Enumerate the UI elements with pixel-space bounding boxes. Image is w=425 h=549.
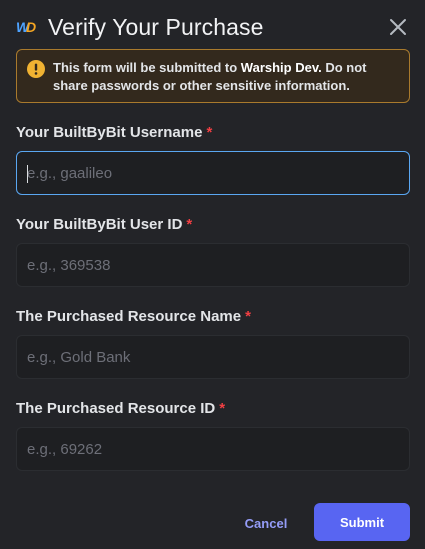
required-marker: *	[206, 124, 213, 141]
required-marker: *	[219, 400, 226, 417]
submit-button[interactable]: Submit	[314, 503, 410, 541]
notice-text: This form will be submitted to Warship D…	[53, 59, 399, 95]
warship-dev-logo-icon: W D	[16, 16, 38, 38]
required-marker: *	[186, 216, 193, 233]
resource-name-label-text: The Purchased Resource Name	[16, 308, 242, 325]
username-input[interactable]	[16, 151, 410, 195]
resource-id-input[interactable]	[16, 427, 410, 471]
close-icon[interactable]	[385, 14, 411, 40]
svg-text:D: D	[26, 19, 36, 35]
resource-id-label: The Purchased Resource ID *	[16, 400, 225, 417]
modal-title: Verify Your Purchase	[48, 13, 264, 40]
modal-header: W D Verify Your Purchase	[16, 10, 413, 44]
user-id-label: Your BuiltByBit User ID *	[16, 216, 192, 233]
notice-text-before: This form will be submitted to	[53, 60, 241, 75]
user-id-input[interactable]	[16, 243, 410, 287]
resource-name-input[interactable]	[16, 335, 410, 379]
verify-purchase-modal: W D Verify Your Purchase This form will …	[0, 0, 425, 549]
user-id-label-text: Your BuiltByBit User ID	[16, 216, 183, 233]
cancel-button[interactable]: Cancel	[236, 506, 296, 540]
required-marker: *	[245, 308, 251, 325]
notice-recipient: Warship Dev.	[240, 60, 322, 75]
username-label-text: Your BuiltByBit Username	[16, 124, 203, 141]
warning-icon	[27, 60, 45, 78]
resource-name-label: The Purchased Resource Name *	[16, 308, 251, 325]
username-label: Your BuiltByBit Username *	[16, 124, 212, 141]
resource-id-label-text: The Purchased Resource ID	[16, 400, 216, 417]
text-caret	[27, 165, 28, 183]
warning-notice: This form will be submitted to Warship D…	[16, 49, 410, 103]
